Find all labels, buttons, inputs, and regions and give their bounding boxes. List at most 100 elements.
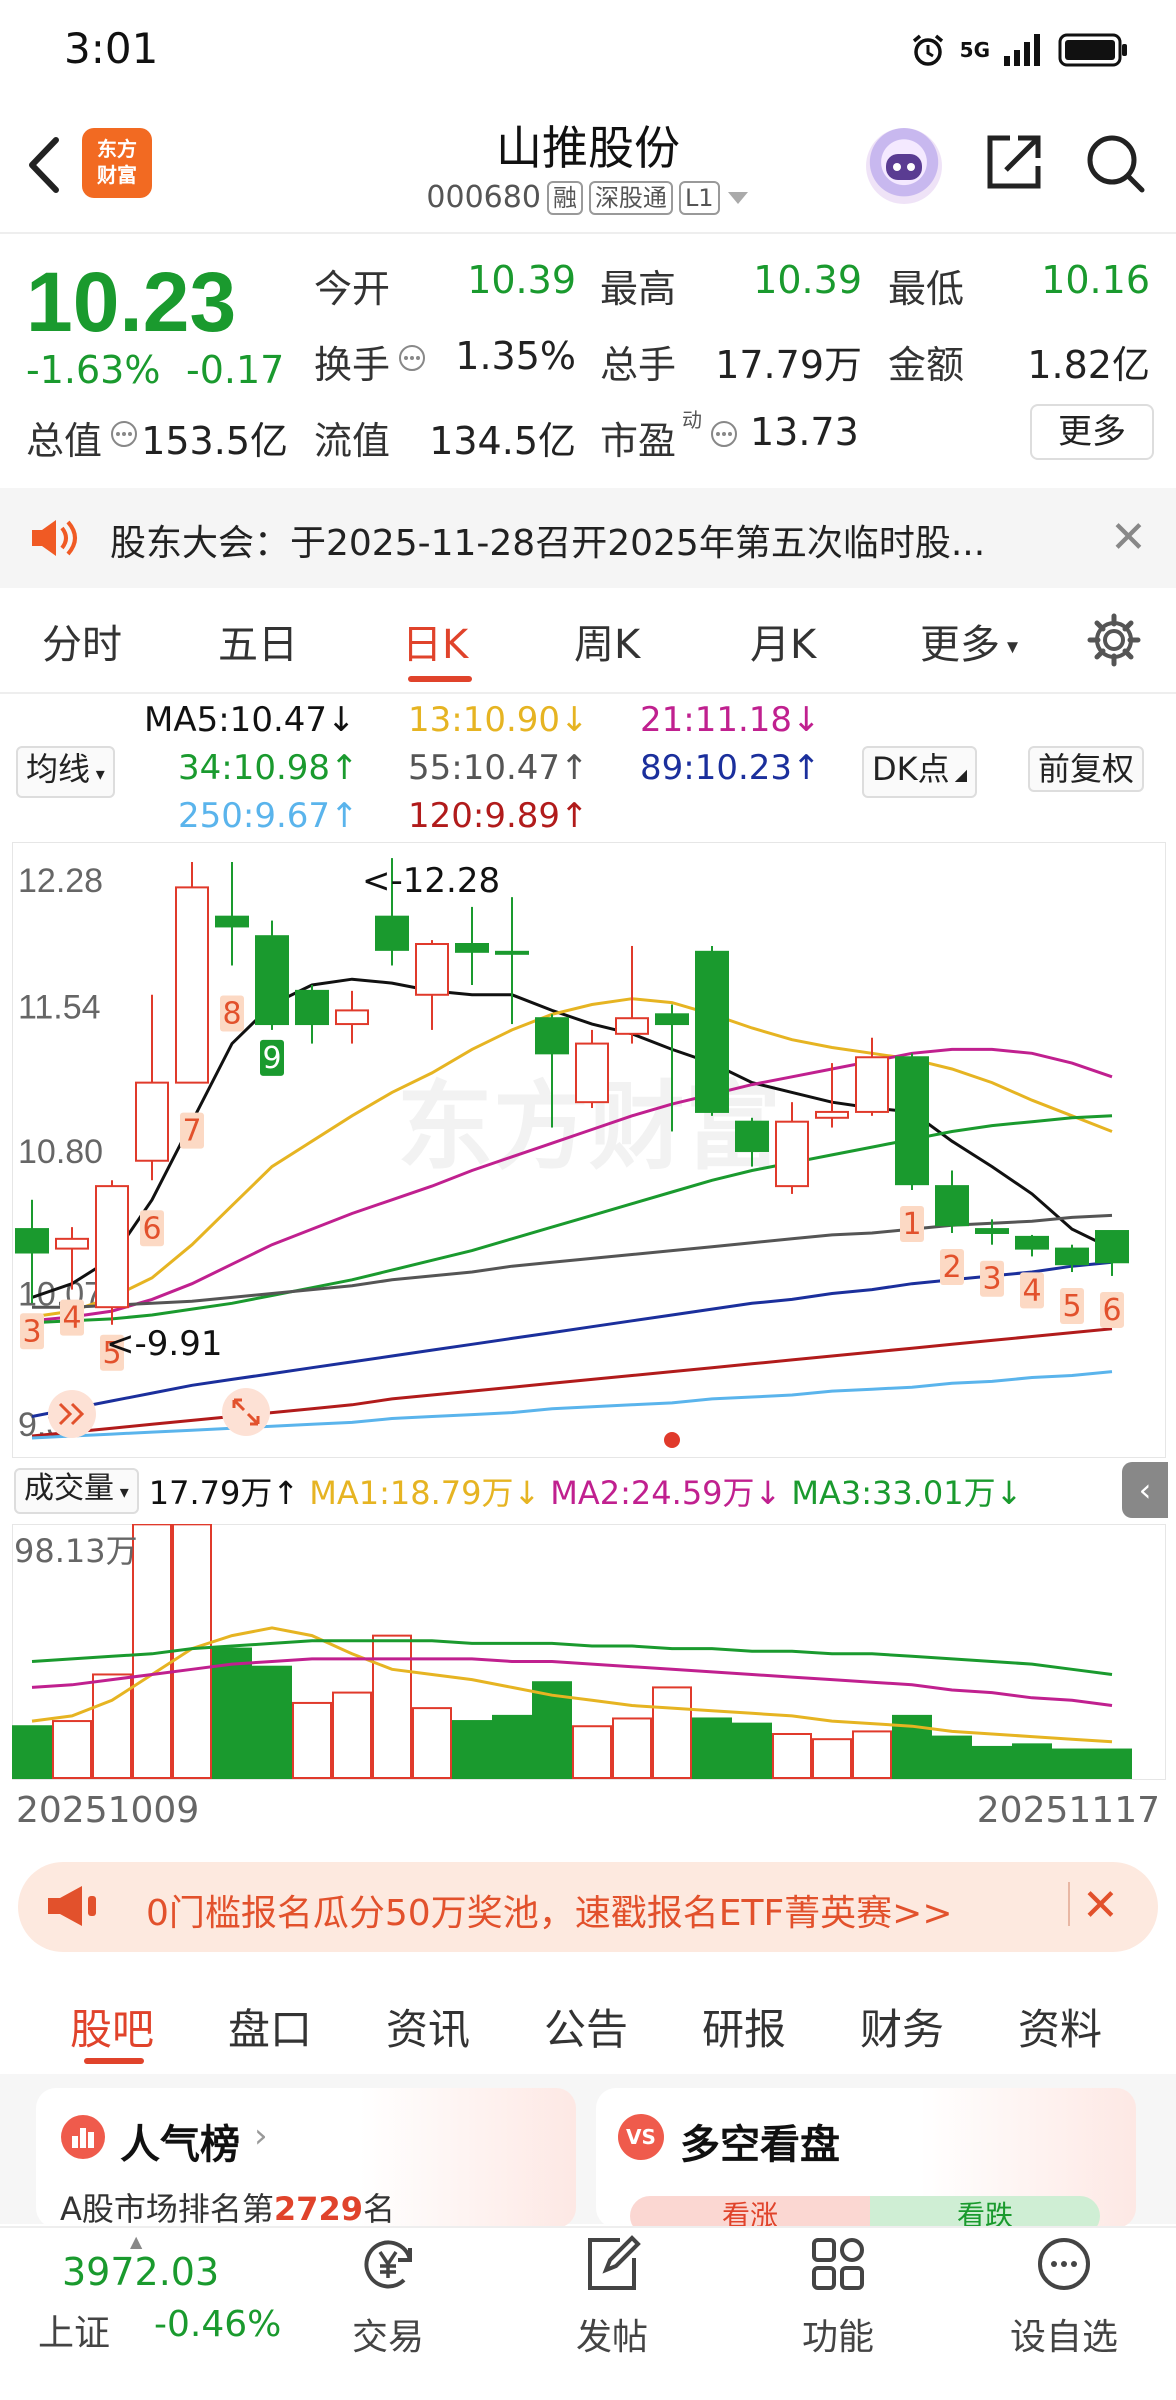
candle[interactable] xyxy=(495,897,529,1025)
arrow-up-icon: ↑ xyxy=(330,748,359,788)
tab-finance[interactable]: 财务 xyxy=(860,1996,944,2057)
tab-research[interactable]: 研报 xyxy=(702,1996,786,2057)
tab-profile[interactable]: 资料 xyxy=(1018,1996,1102,2057)
candle-body xyxy=(95,1185,129,1309)
candle[interactable] xyxy=(455,906,489,986)
volume-bar[interactable] xyxy=(772,1732,812,1779)
candle[interactable] xyxy=(95,1180,129,1325)
dk-point-button[interactable]: DK点 ◢ xyxy=(862,746,978,798)
candle-body xyxy=(815,1110,849,1119)
volume-bar[interactable] xyxy=(332,1691,372,1780)
candle[interactable] xyxy=(935,1170,969,1233)
candle[interactable] xyxy=(1015,1234,1049,1257)
tab-intraday[interactable]: 分时 xyxy=(42,612,122,670)
candle[interactable] xyxy=(255,920,289,1030)
volume-bar[interactable] xyxy=(492,1714,532,1779)
candle[interactable] xyxy=(215,862,249,966)
candle[interactable] xyxy=(335,990,369,1044)
tab-monthly-k[interactable]: 月K xyxy=(750,612,816,670)
volume-bar[interactable] xyxy=(412,1707,452,1779)
expand-icon[interactable] xyxy=(222,1388,270,1436)
tab-daily-k[interactable]: 日K xyxy=(402,612,468,670)
info-icon[interactable] xyxy=(710,420,738,448)
volume-bar[interactable] xyxy=(52,1720,92,1779)
candle[interactable] xyxy=(295,985,329,1044)
x-axis-start-date: 20251009 xyxy=(16,1790,200,1831)
volume-bar[interactable] xyxy=(812,1738,852,1779)
tab-pankou[interactable]: 盘口 xyxy=(228,1996,312,2057)
ma89-text: 89:10.23 xyxy=(640,748,793,788)
info-icon[interactable] xyxy=(110,420,138,448)
candle[interactable] xyxy=(415,940,449,1030)
candle[interactable] xyxy=(855,1037,889,1116)
volume-bar[interactable] xyxy=(612,1717,652,1779)
share-icon[interactable] xyxy=(980,130,1046,196)
volume-selector-button[interactable]: 成交量 ▾ xyxy=(14,1468,139,1514)
nav-watchlist[interactable]: 设自选 xyxy=(964,2232,1164,2360)
candlestick-chart[interactable]: 12.2811.5410.8010.079.33东方财富345678912345… xyxy=(12,842,1166,1458)
settings-gear-icon[interactable] xyxy=(1086,612,1142,668)
candle-body xyxy=(415,943,449,996)
collapse-panel-icon[interactable]: ‹ xyxy=(1122,1462,1168,1518)
nav-post[interactable]: 发帖 xyxy=(512,2232,712,2360)
close-icon[interactable]: ✕ xyxy=(1110,512,1147,563)
signal-icon xyxy=(1004,34,1040,66)
volume-bar[interactable] xyxy=(972,1745,1012,1779)
candle[interactable] xyxy=(135,994,169,1181)
candle[interactable] xyxy=(695,945,729,1116)
volume-bar[interactable] xyxy=(1012,1743,1052,1779)
adjust-button[interactable]: 前复权 xyxy=(1028,746,1145,792)
candle[interactable] xyxy=(175,862,209,1084)
volume-bar[interactable] xyxy=(1052,1748,1092,1780)
index-name[interactable]: 上证 xyxy=(38,2304,110,2356)
index-value[interactable]: 3972.03 xyxy=(62,2250,219,2294)
volume-bar[interactable] xyxy=(12,1725,52,1779)
volume-chart[interactable]: 98.13万 xyxy=(12,1524,1166,1780)
ma120-value: 120:9.89↑ xyxy=(408,796,589,836)
ma250-value: 250:9.67↑ xyxy=(178,796,359,836)
assistant-avatar-icon[interactable] xyxy=(866,128,942,204)
candle[interactable] xyxy=(575,1029,609,1109)
notice-text[interactable]: 股东大会：于2025-11-28召开2025年第五次临时股... xyxy=(110,514,985,566)
tab-more[interactable]: 更多 ▾ xyxy=(920,612,1018,670)
candle[interactable] xyxy=(615,945,649,1044)
volume-bar[interactable] xyxy=(652,1686,692,1779)
volume-bar[interactable] xyxy=(732,1722,772,1780)
search-icon[interactable] xyxy=(1082,130,1148,196)
volume-bar[interactable] xyxy=(932,1735,972,1780)
close-icon[interactable]: ✕ xyxy=(1082,1880,1119,1931)
volume-bar[interactable] xyxy=(212,1647,252,1779)
volume-bar[interactable] xyxy=(572,1725,612,1779)
volume-bar[interactable] xyxy=(692,1717,732,1779)
volume-bar[interactable] xyxy=(292,1701,332,1779)
tab-weekly-k[interactable]: 周K xyxy=(574,612,640,670)
nav-functions[interactable]: 功能 xyxy=(738,2232,938,2360)
candle[interactable] xyxy=(815,1063,849,1128)
candle-body xyxy=(455,943,489,953)
ma120-text: 120:9.89 xyxy=(408,796,561,836)
tab-news[interactable]: 资讯 xyxy=(386,1996,470,2057)
arrow-down-icon: ↓ xyxy=(560,700,589,740)
volume-bar[interactable] xyxy=(252,1665,292,1780)
volume-bar[interactable] xyxy=(852,1730,892,1779)
pe-label: 市盈 xyxy=(600,419,677,463)
candle[interactable] xyxy=(1095,1230,1129,1276)
index-pct[interactable]: -0.46% xyxy=(154,2304,281,2345)
volume-bar[interactable] xyxy=(452,1720,492,1779)
arrow-up-icon: ↑ xyxy=(560,796,589,836)
candle-body xyxy=(375,915,409,951)
volume-bar[interactable] xyxy=(1092,1748,1132,1780)
ma-selector-button[interactable]: 均线 ▾ xyxy=(16,746,115,798)
tab-guba[interactable]: 股吧 xyxy=(70,1996,154,2057)
nav-post-label: 发帖 xyxy=(575,2317,648,2358)
candle[interactable] xyxy=(895,1053,929,1191)
ad-text[interactable]: 0门槛报名瓜分50万奖池，速戳报名ETF菁英赛>> xyxy=(146,1884,953,1936)
ma34-value: 34:10.98↑ xyxy=(178,748,359,788)
more-button[interactable]: 更多 xyxy=(1030,404,1154,460)
info-icon[interactable] xyxy=(398,344,426,372)
volume-bar[interactable] xyxy=(372,1634,412,1779)
current-price: 10.23 xyxy=(26,255,237,349)
tab-announcement[interactable]: 公告 xyxy=(544,1996,628,2057)
nav-trade[interactable]: 交易 xyxy=(288,2232,488,2360)
tab-five-day[interactable]: 五日 xyxy=(218,612,298,670)
